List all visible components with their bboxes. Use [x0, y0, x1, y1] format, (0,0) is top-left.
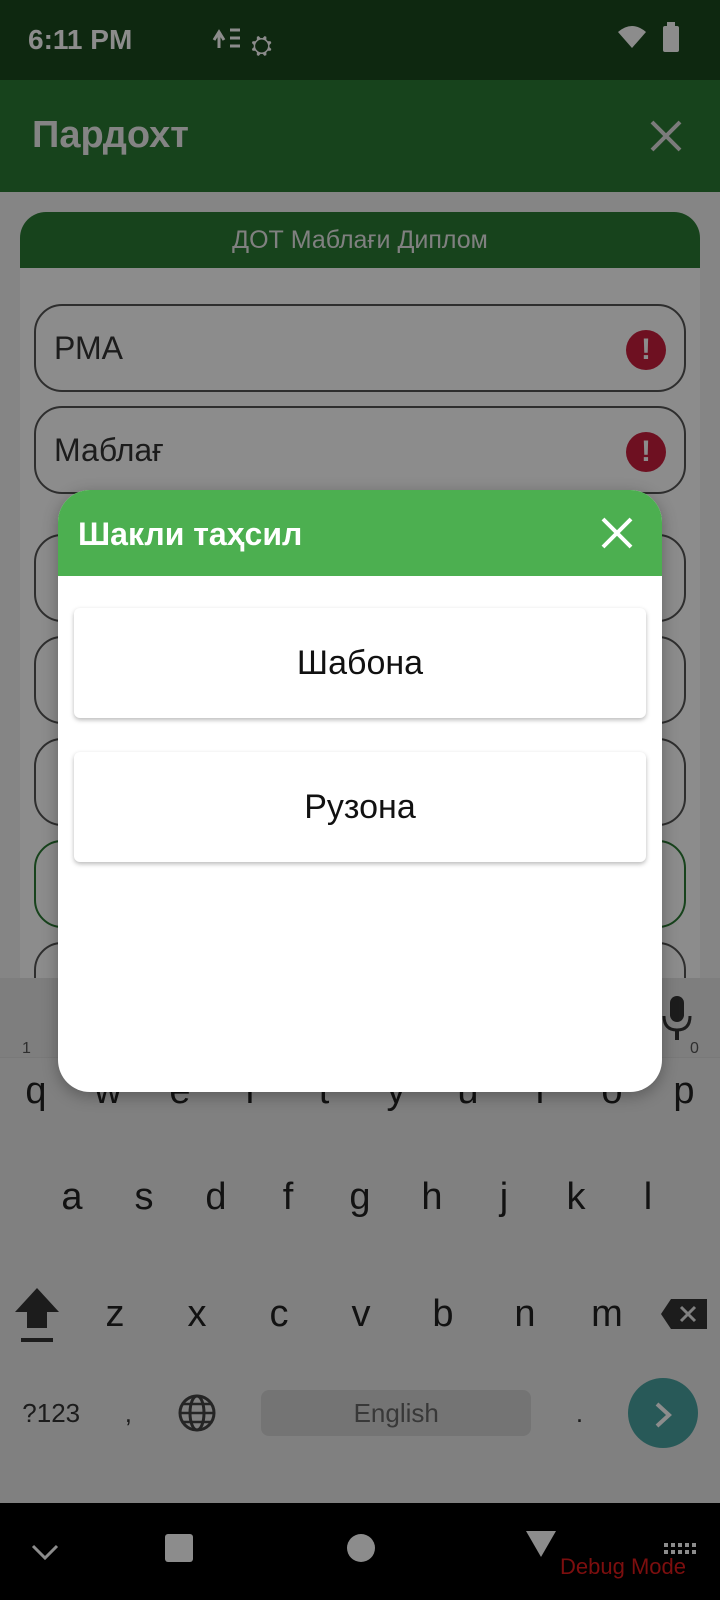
dialog-header: Шакли таҳсил: [58, 490, 662, 576]
dialog-title: Шакли таҳсил: [78, 516, 303, 552]
screen: 6:11 PM ⛭ Пардохт ДОТ Маблағи Диплом РМА…: [0, 0, 720, 1600]
education-form-dialog: Шакли таҳсил Шабона Рузона: [58, 490, 662, 1092]
option-daytime[interactable]: Рузона: [74, 752, 646, 862]
option-evening[interactable]: Шабона: [74, 608, 646, 718]
close-icon[interactable]: [598, 514, 636, 552]
